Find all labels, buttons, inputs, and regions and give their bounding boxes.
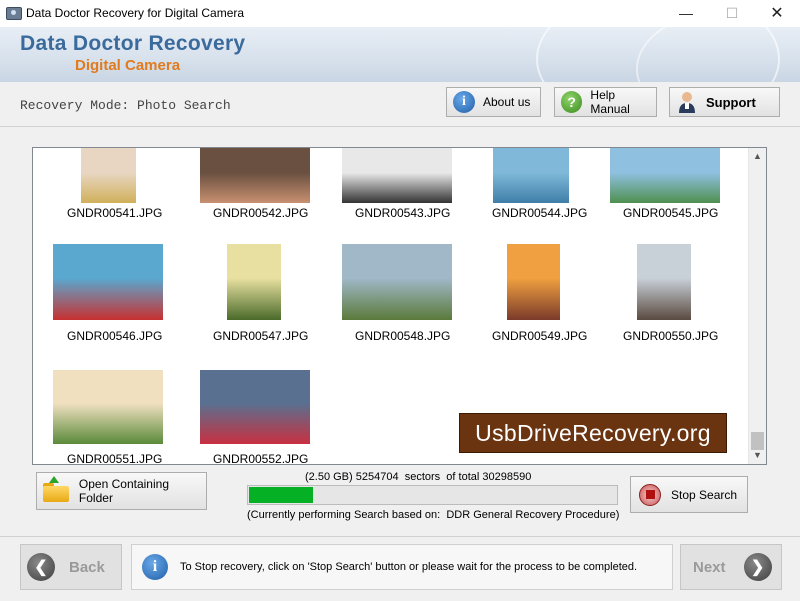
- method-name: DDR General Recovery Procedure): [446, 509, 620, 521]
- mode-bar: Recovery Mode: Photo Search i About us ?…: [0, 82, 800, 127]
- photo-filename: GNDR00550.JPG: [623, 329, 719, 343]
- search-progress-bar: [247, 485, 618, 505]
- method-prefix: (Currently performing Search based on:: [247, 509, 441, 521]
- photo-thumbnail[interactable]: [81, 148, 136, 203]
- photo-filename: GNDR00542.JPG: [213, 206, 309, 220]
- minimize-button[interactable]: —: [663, 0, 709, 27]
- photo-filename: GNDR00545.JPG: [623, 206, 719, 220]
- back-label: Back: [69, 558, 105, 576]
- folder-open-icon: [43, 476, 69, 502]
- status-message-box: i To Stop recovery, click on 'Stop Searc…: [131, 544, 673, 590]
- app-camera-icon: [6, 7, 22, 20]
- info-icon: i: [142, 554, 168, 580]
- progress-sector-info: (2.50 GB) 5254704 sectors of total 30298…: [305, 471, 531, 483]
- watermark-banner: UsbDriveRecovery.org: [459, 413, 727, 453]
- photo-thumbnail[interactable]: [200, 370, 310, 444]
- back-arrow-icon: ❮: [27, 553, 55, 581]
- open-folder-label: Open Containing Folder: [78, 477, 169, 505]
- stop-search-button[interactable]: Stop Search: [630, 476, 748, 513]
- product-subtitle: Digital Camera: [75, 57, 181, 74]
- next-button[interactable]: Next ❯: [680, 544, 782, 590]
- product-name: Data Doctor Recovery: [20, 32, 246, 55]
- stop-search-label: Stop Search: [671, 487, 738, 502]
- maximize-button[interactable]: ☐: [709, 0, 755, 27]
- support-label: Support: [706, 94, 756, 110]
- help-icon: ?: [561, 91, 583, 113]
- scroll-up-arrow-icon[interactable]: ▲: [749, 148, 766, 165]
- search-progress-fill: [249, 487, 313, 503]
- photo-thumbnail[interactable]: [342, 148, 452, 203]
- photo-thumbnail[interactable]: [53, 370, 163, 444]
- vertical-scrollbar[interactable]: ▲ ▼: [748, 148, 766, 464]
- photo-filename: GNDR00546.JPG: [67, 329, 163, 343]
- title-bar: Data Doctor Recovery for Digital Camera …: [0, 0, 800, 28]
- photo-thumbnail[interactable]: [610, 148, 720, 203]
- photo-thumbnail[interactable]: [342, 244, 452, 320]
- photo-filename: GNDR00543.JPG: [355, 206, 451, 220]
- photo-filename: GNDR00547.JPG: [213, 329, 309, 343]
- sectors-done: 5254704: [355, 471, 399, 483]
- banner-swoosh-decoration-2: [636, 27, 800, 82]
- about-us-label: About us: [483, 95, 531, 109]
- window-title: Data Doctor Recovery for Digital Camera: [26, 6, 245, 20]
- status-message: To Stop recovery, click on 'Stop Search'…: [180, 561, 638, 573]
- photo-filename: GNDR00551.JPG: [67, 452, 163, 465]
- photo-thumbnail[interactable]: [227, 244, 281, 320]
- photo-thumbnail[interactable]: [637, 244, 691, 320]
- next-arrow-icon: ❯: [743, 553, 772, 581]
- photo-thumbnail[interactable]: [200, 148, 310, 203]
- recovery-mode-label: Recovery Mode: Photo Search: [20, 98, 231, 113]
- sectors-word: sectors: [404, 471, 441, 483]
- of-total-word: of total: [446, 471, 480, 483]
- search-method-info: (Currently performing Search based on: D…: [247, 509, 619, 521]
- photo-filename: GNDR00544.JPG: [492, 206, 588, 220]
- recovered-size: (2.50 GB): [305, 471, 353, 483]
- scroll-down-arrow-icon[interactable]: ▼: [749, 447, 766, 464]
- support-person-icon: [676, 91, 698, 113]
- photo-filename: GNDR00548.JPG: [355, 329, 451, 343]
- photo-thumbnail[interactable]: [493, 148, 569, 203]
- info-icon: i: [453, 91, 475, 113]
- next-label: Next: [693, 558, 726, 576]
- back-button[interactable]: ❮ Back: [20, 544, 122, 590]
- open-containing-folder-button[interactable]: Open Containing Folder: [36, 472, 207, 510]
- photo-filename: GNDR00552.JPG: [213, 452, 309, 465]
- photo-filename: GNDR00541.JPG: [67, 206, 163, 220]
- help-manual-button[interactable]: ? Help Manual: [554, 87, 657, 117]
- support-button[interactable]: Support: [669, 87, 780, 117]
- close-button[interactable]: ✕: [754, 0, 800, 27]
- header-banner: Data Doctor Recovery Digital Camera: [0, 27, 800, 82]
- sectors-total: 30298590: [482, 471, 532, 483]
- photo-thumbnail[interactable]: [53, 244, 163, 320]
- photo-filename: GNDR00549.JPG: [492, 329, 588, 343]
- photo-thumbnail[interactable]: [507, 244, 560, 320]
- about-us-button[interactable]: i About us: [446, 87, 541, 117]
- stop-icon: [639, 483, 661, 506]
- help-manual-label: Help Manual: [590, 88, 630, 116]
